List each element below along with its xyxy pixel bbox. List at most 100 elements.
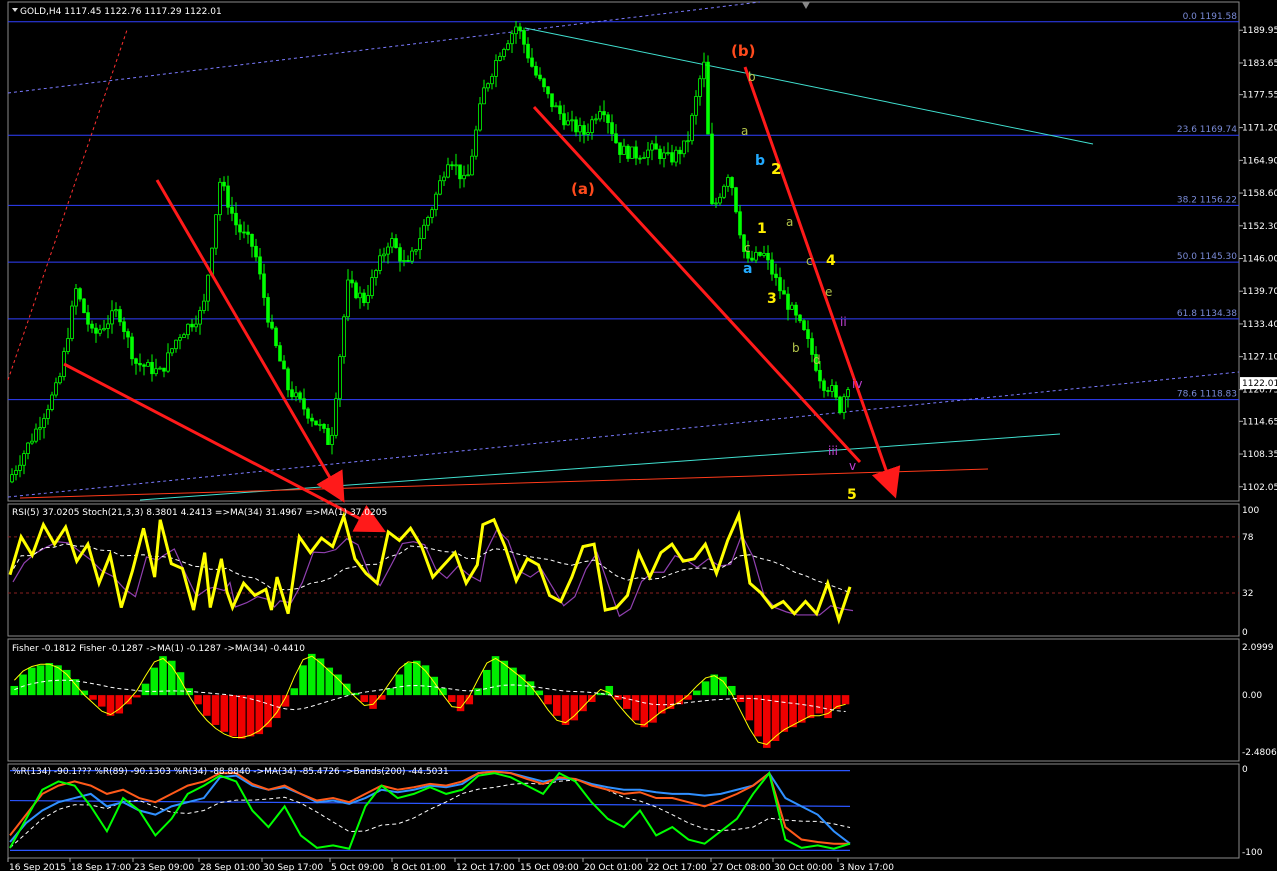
candle-body	[590, 119, 594, 133]
time-tick-label-8: 15 Oct 09:00	[520, 863, 579, 871]
candle-body	[334, 398, 338, 436]
shift-marker-icon[interactable]	[802, 2, 810, 9]
candle-body	[278, 345, 282, 362]
candle-body	[586, 132, 590, 135]
fisher-bar	[448, 695, 456, 703]
candle-body	[554, 105, 558, 108]
candle-body	[682, 140, 686, 155]
candle-body	[350, 279, 354, 284]
candle-body	[774, 273, 778, 278]
wave-label-14: d	[813, 353, 821, 367]
fisher-bar	[45, 663, 54, 696]
candle-body	[678, 149, 682, 155]
candle-body	[198, 310, 202, 325]
current-price-label: 1122.01	[1242, 379, 1277, 389]
fisher-bar	[229, 695, 237, 737]
arrow-wave-b	[743, 66, 901, 499]
candle-body	[578, 125, 582, 133]
fib-label-2: 38.2 1156.22	[1177, 195, 1237, 205]
wave-label-2: b	[755, 153, 765, 169]
candle-body	[54, 382, 58, 396]
candle-body	[602, 111, 606, 116]
time-tick-label-2: 23 Sep 09:00	[134, 863, 194, 871]
candle-body	[346, 279, 350, 318]
candle-body	[754, 251, 758, 261]
wave-label-11: c	[806, 254, 813, 268]
candle-body	[10, 474, 14, 483]
candle-body	[402, 260, 406, 262]
time-tick-label-3: 28 Sep 01:00	[200, 863, 260, 871]
candle-body	[326, 428, 330, 446]
candle-body	[762, 252, 766, 256]
candle-body	[842, 396, 846, 413]
candle-body	[730, 177, 734, 189]
candle-body	[434, 193, 438, 211]
fisher-bar	[570, 695, 579, 721]
candle-body	[226, 185, 230, 208]
fisher-bar	[246, 695, 255, 737]
candle-body	[530, 57, 534, 67]
candle-body	[158, 367, 162, 370]
candle-body	[550, 93, 554, 108]
fisher-lines	[14, 655, 846, 745]
fisher-bar	[63, 669, 71, 696]
candle-body	[598, 111, 602, 120]
chart-window[interactable]: 0.0 1191.58 23.6 1169.74 38.2 1156.22 50.0 …	[0, 0, 1277, 871]
candle-body	[306, 408, 310, 419]
candle-body	[378, 255, 382, 271]
williams-lines	[9, 770, 851, 851]
candle-body	[430, 209, 434, 218]
fisher-bar	[754, 695, 762, 737]
candle-body	[38, 427, 42, 430]
price-tick-label-5: 1158.60	[1242, 189, 1277, 199]
candle-body	[558, 105, 562, 115]
fisher-bar	[133, 695, 141, 698]
fisher-bar	[89, 695, 97, 700]
wave-label-16: b	[748, 70, 756, 84]
collapse-icon[interactable]	[12, 8, 18, 12]
candle-body	[126, 331, 130, 338]
candle-body	[642, 157, 646, 159]
candle-body	[314, 420, 318, 426]
fisher-bar	[456, 695, 465, 712]
candle-body	[262, 273, 266, 298]
candle-body	[466, 174, 470, 177]
candle-body	[14, 470, 18, 476]
candle-body	[606, 114, 610, 124]
candle-body	[218, 181, 222, 216]
candle-body	[122, 321, 126, 332]
candle-body	[666, 152, 670, 155]
candle-body	[454, 164, 458, 167]
williams-tick-1: -100	[1242, 848, 1263, 858]
candle-body	[138, 363, 142, 366]
fib-label-3: 50.0 1145.30	[1177, 252, 1237, 262]
candle-body	[302, 398, 306, 410]
candle-body	[830, 385, 834, 392]
fisher-bar	[299, 665, 307, 696]
candle-body	[502, 49, 506, 57]
time-tick-label-4: 30 Sep 17:00	[263, 863, 323, 871]
candle-body	[594, 118, 598, 121]
candle-body	[838, 396, 842, 413]
candle-body	[482, 87, 486, 105]
candle-body	[170, 348, 174, 354]
candle-body	[186, 323, 190, 336]
price-guide-lines	[7, 1, 1240, 501]
candle-body	[338, 356, 342, 400]
candle-body	[146, 362, 150, 367]
candle-body	[662, 152, 666, 160]
fisher-bar	[780, 695, 789, 732]
candle-body	[358, 292, 362, 299]
candle-body	[702, 61, 706, 80]
rsi-tick-3: 0	[1242, 628, 1248, 638]
fisher-bar	[474, 688, 482, 696]
wave-label-7: 4	[826, 253, 836, 269]
candle-body	[470, 155, 474, 176]
candle-body	[86, 312, 90, 325]
fisher-bar	[10, 685, 19, 696]
time-axis: 16 Sep 2015 18 Sep 17:00 23 Sep 09:00 28 Se…	[7, 858, 894, 871]
candle-body	[450, 164, 454, 167]
fisher-axis: 2.0999 0.00 -2.4806	[1242, 643, 1277, 758]
candle-body	[110, 310, 114, 325]
candle-body	[790, 304, 794, 310]
